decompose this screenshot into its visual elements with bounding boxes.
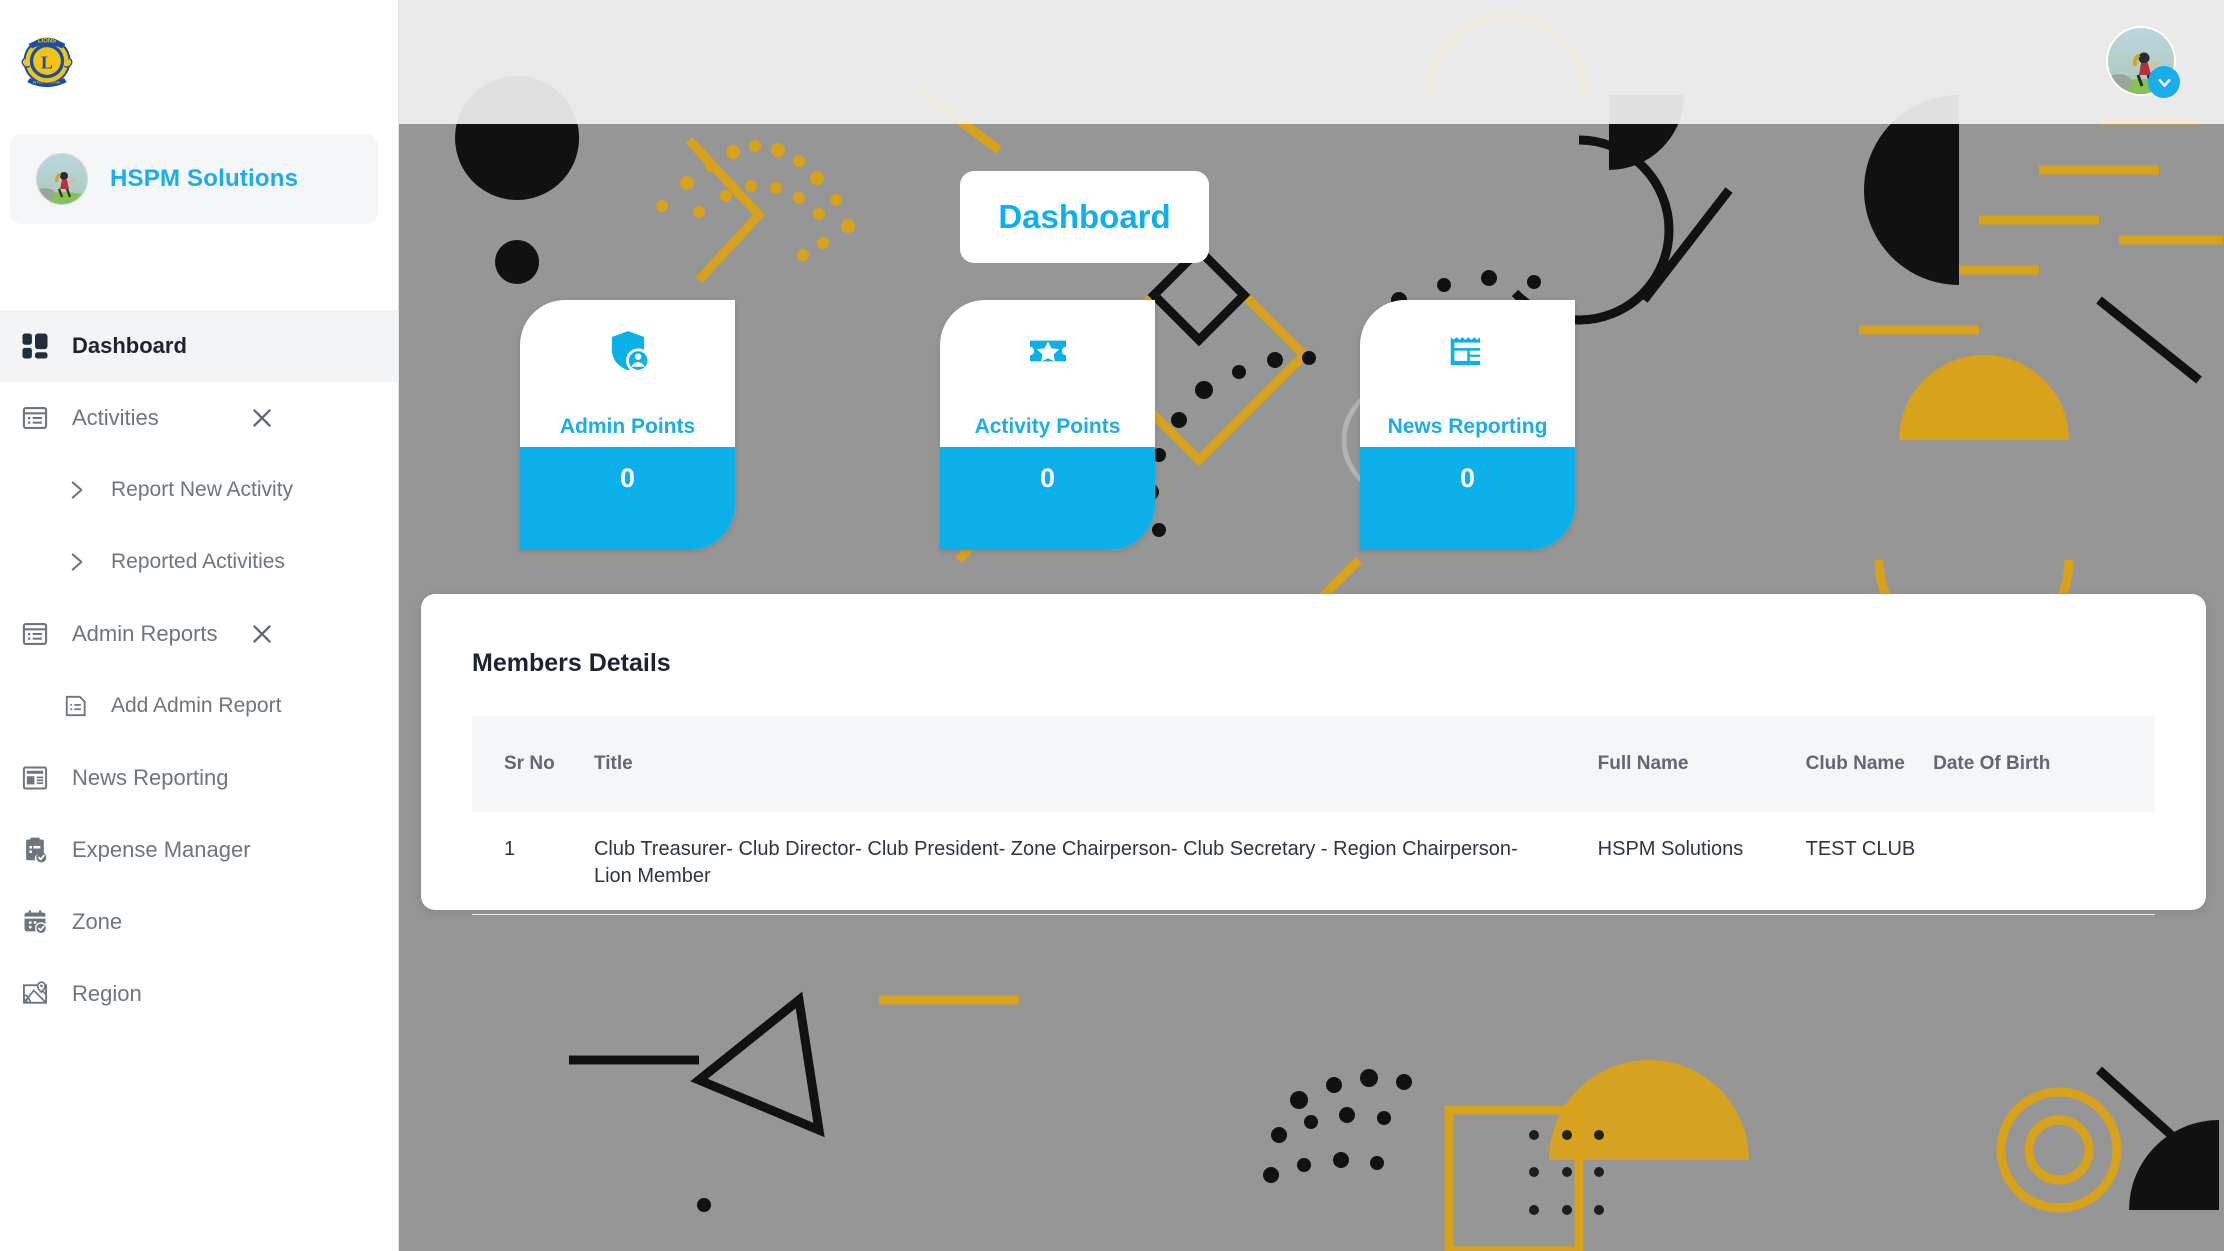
sidebar-item-label: News Reporting [72, 765, 229, 790]
table-body: 1 Club Treasurer- Club Director- Club Pr… [472, 812, 2155, 916]
close-icon[interactable] [247, 619, 277, 649]
sidebar-item-zone[interactable]: Zone [0, 886, 398, 958]
stat-card-bottom: 0 [1360, 447, 1575, 550]
sidebar-item-news-reporting[interactable]: News Reporting [0, 742, 398, 814]
sidebar-subitem-label: Add Admin Report [111, 694, 282, 717]
sidebar-item-label: Activities [72, 405, 159, 430]
svg-text:L: L [41, 52, 53, 72]
sidebar-item-region[interactable]: Region [0, 958, 398, 1030]
sidebar-item-label: Admin Reports [72, 621, 218, 646]
stat-card-value: 0 [1039, 463, 1056, 493]
sidebar-item-expense-manager[interactable]: Expense Manager [0, 814, 398, 886]
column-header-club-name: Club Name [1805, 753, 1905, 774]
chevron-right-icon [55, 549, 97, 575]
ticket-star-icon [1025, 328, 1071, 374]
stat-card-top: Admin Points [520, 300, 735, 447]
main-content: Dashboard Admin Points 0 Activity Points… [399, 0, 2224, 1251]
newspaper-icon [18, 761, 52, 795]
document-list-icon [55, 693, 97, 719]
sidebar-item-label: Region [72, 981, 142, 1006]
sidebar-item-label: Expense Manager [72, 837, 251, 862]
sidebar-item-admin-reports[interactable]: Admin Reports [0, 598, 398, 670]
column-header-full-name: Full Name [1597, 753, 1689, 774]
sidebar-item-label: Zone [72, 909, 123, 934]
sidebar-item-dashboard[interactable]: Dashboard [0, 310, 398, 382]
cell-title: Club Treasurer- Club Director- Club Pres… [593, 812, 1598, 916]
profile-card[interactable]: HSPM Solutions [10, 134, 378, 224]
cell-full-name: HSPM Solutions [1597, 812, 1806, 916]
stat-cards-row: Admin Points 0 Activity Points 0 News Re… [399, 300, 2224, 550]
column-header-date-of-birth: Date Of Birth [1933, 753, 2051, 774]
members-details-panel: Members Details Sr No Title Full Name Cl… [421, 594, 2206, 916]
column-header-sr-no: Sr No [504, 753, 555, 774]
members-table: Sr No Title Full Name Club Name Date Of … [472, 716, 2155, 916]
sidebar-subitem-reported-activities[interactable]: Reported Activities [0, 526, 398, 598]
topbar [399, 0, 2224, 124]
table-header-row: Sr No Title Full Name Club Name Date Of … [472, 716, 2155, 812]
stat-card-label: Admin Points [559, 415, 696, 438]
stat-card-value: 0 [1459, 463, 1476, 493]
shield-person-icon [605, 328, 651, 374]
sidebar-subitem-label: Report New Activity [111, 478, 294, 501]
cell-club-name: TEST CLUB [1805, 812, 1934, 916]
clipboard-check-icon [18, 833, 52, 867]
stat-card-activity-points[interactable]: Activity Points 0 [940, 300, 1155, 550]
chevron-down-icon[interactable] [2148, 66, 2180, 98]
list-window-icon [18, 617, 52, 651]
sidebar: L LIONS INTERNATIONAL HSPM Solutions Das… [0, 0, 399, 1251]
list-window-icon [18, 401, 52, 435]
sidebar-subitem-label: Reported Activities [111, 550, 285, 573]
svg-text:INTERNATIONAL: INTERNATIONAL [33, 80, 62, 84]
avatar [36, 153, 88, 205]
app-root: L LIONS INTERNATIONAL HSPM Solutions Das… [0, 0, 2224, 1251]
stat-card-news-reporting[interactable]: News Reporting 0 [1360, 300, 1575, 550]
stat-card-top: News Reporting [1360, 300, 1575, 447]
lions-international-logo-icon: L LIONS INTERNATIONAL [14, 28, 80, 94]
stat-card-label: News Reporting [1387, 415, 1548, 438]
page-title: Dashboard [998, 198, 1171, 235]
sidebar-item-label: Dashboard [72, 333, 187, 358]
newspaper-icon [1446, 328, 1490, 374]
stat-card-bottom: 0 [940, 447, 1155, 550]
stat-card-value: 0 [619, 463, 636, 493]
map-pin-icon [18, 977, 52, 1011]
cell-sr-no: 1 [472, 812, 594, 916]
stat-card-top: Activity Points [940, 300, 1155, 447]
table-header: Sr No Title Full Name Club Name Date Of … [472, 716, 2155, 812]
cell-date-of-birth [1933, 812, 2155, 916]
page-title-card: Dashboard [960, 171, 1209, 263]
account-menu[interactable] [2106, 26, 2180, 98]
table-row[interactable]: 1 Club Treasurer- Club Director- Club Pr… [472, 812, 2155, 916]
stat-card-bottom: 0 [520, 447, 735, 550]
chevron-right-icon [55, 477, 97, 503]
stat-card-label: Activity Points [974, 415, 1121, 438]
stat-card-admin-points[interactable]: Admin Points 0 [520, 300, 735, 550]
sidebar-nav: Dashboard Activities Report New Activity… [0, 310, 398, 1030]
panel-title: Members Details [472, 649, 671, 677]
sidebar-item-activities[interactable]: Activities [0, 382, 398, 454]
svg-text:LIONS: LIONS [38, 39, 56, 45]
profile-name: HSPM Solutions [110, 165, 299, 192]
close-icon[interactable] [247, 403, 277, 433]
sidebar-subitem-add-admin-report[interactable]: Add Admin Report [0, 670, 398, 742]
column-header-title: Title [593, 753, 633, 774]
calendar-check-icon [18, 905, 52, 939]
dashboard-grid-icon [18, 329, 52, 363]
sidebar-subitem-report-new-activity[interactable]: Report New Activity [0, 454, 398, 526]
